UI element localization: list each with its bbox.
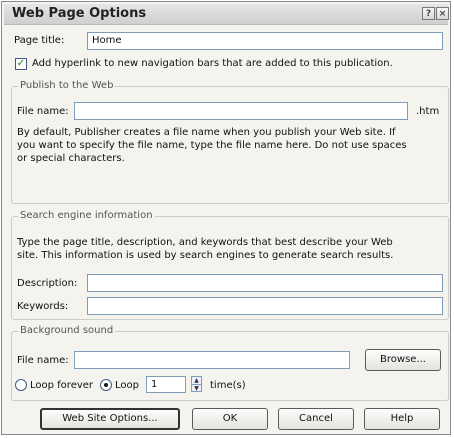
close-icon[interactable]: × bbox=[436, 7, 449, 20]
loop-label: Loop bbox=[115, 380, 139, 391]
sound-file-name-input[interactable] bbox=[74, 351, 350, 369]
publish-file-name-label: File name: bbox=[17, 106, 69, 117]
search-group-title: Search engine information bbox=[18, 210, 155, 221]
sound-file-name-label: File name: bbox=[17, 355, 69, 366]
ok-button[interactable]: OK bbox=[192, 408, 268, 430]
web-site-options-button[interactable]: Web Site Options... bbox=[40, 408, 180, 430]
add-hyperlink-label: Add hyperlink to new navigation bars tha… bbox=[32, 58, 393, 69]
htm-extension: .htm bbox=[416, 106, 440, 117]
loop-count-spinner[interactable]: ▲ ▼ bbox=[191, 376, 202, 392]
web-page-options-dialog: Web Page Options ? × Page title: Home ✓ … bbox=[1, 1, 451, 435]
description-label: Description: bbox=[17, 278, 78, 289]
description-input[interactable] bbox=[87, 274, 443, 292]
times-label: time(s) bbox=[210, 380, 246, 391]
cancel-button[interactable]: Cancel bbox=[278, 408, 354, 430]
loop-radio[interactable] bbox=[100, 379, 112, 391]
loop-count-input[interactable]: 1 bbox=[146, 376, 186, 393]
help-button[interactable]: Help bbox=[364, 408, 440, 430]
publish-file-name-input[interactable] bbox=[74, 102, 408, 120]
publish-description: By default, Publisher creates a file nam… bbox=[17, 127, 407, 164]
keywords-input[interactable] bbox=[87, 297, 443, 315]
page-title-label: Page title: bbox=[14, 35, 65, 46]
browse-button[interactable]: Browse... bbox=[365, 349, 441, 371]
search-description: Type the page title, description, and ke… bbox=[17, 237, 394, 261]
dialog-title: Web Page Options bbox=[12, 6, 147, 21]
add-hyperlink-checkbox[interactable]: ✓ bbox=[15, 58, 27, 70]
loop-forever-radio[interactable] bbox=[15, 379, 27, 391]
help-icon[interactable]: ? bbox=[422, 7, 435, 20]
spin-up-icon[interactable]: ▲ bbox=[192, 377, 201, 384]
keywords-label: Keywords: bbox=[17, 301, 69, 312]
sound-group-title: Background sound bbox=[18, 325, 116, 336]
loop-forever-label: Loop forever bbox=[30, 380, 94, 391]
publish-group-title: Publish to the Web bbox=[18, 80, 116, 91]
page-title-input[interactable]: Home bbox=[87, 32, 443, 50]
title-bar[interactable]: Web Page Options ? × bbox=[4, 4, 449, 25]
spin-down-icon[interactable]: ▼ bbox=[192, 384, 201, 392]
